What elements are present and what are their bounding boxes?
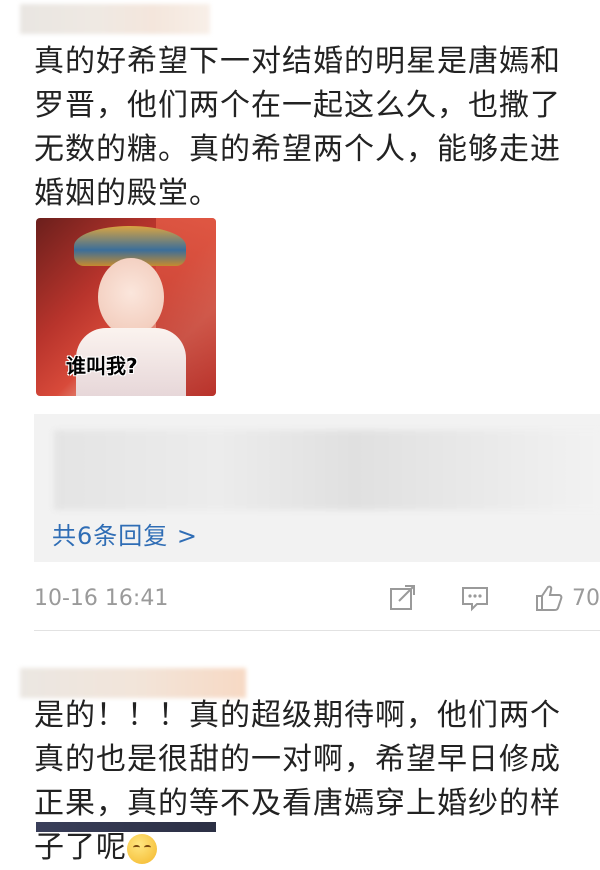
comment-text: 真的好希望下一对结婚的明星是唐嫣和罗晋，他们两个在一起这么久，也撒了无数的糖。真… bbox=[34, 44, 561, 211]
share-icon[interactable] bbox=[388, 584, 418, 612]
comment-text: 是的！！！真的超级期待啊，他们两个真的也是很甜的一对啊，希望早日修成正果，真的等… bbox=[34, 694, 584, 870]
comment-icon[interactable] bbox=[460, 584, 490, 612]
sticker-face bbox=[98, 258, 164, 336]
like-icon[interactable] bbox=[534, 584, 564, 612]
sticker-caption: 谁叫我? bbox=[66, 354, 138, 378]
view-replies-link[interactable]: 共6条回复 > bbox=[52, 516, 198, 551]
next-comment-image[interactable] bbox=[36, 822, 216, 832]
sticker-image[interactable]: 谁叫我? bbox=[36, 218, 216, 396]
comment-body: 是的！！！真的超级期待啊，他们两个真的也是很甜的一对啊，希望早日修成正果，真的等… bbox=[34, 698, 561, 865]
smile-emoji-icon bbox=[127, 833, 157, 864]
comment-timestamp: 10-16 16:41 bbox=[34, 586, 169, 611]
comment-divider bbox=[34, 630, 600, 631]
username-blurred[interactable] bbox=[20, 4, 210, 34]
reply-preview-box[interactable]: 共6条回复 > bbox=[34, 414, 600, 562]
like-count: 70 bbox=[572, 586, 600, 611]
reply-preview-blurred bbox=[54, 430, 600, 510]
